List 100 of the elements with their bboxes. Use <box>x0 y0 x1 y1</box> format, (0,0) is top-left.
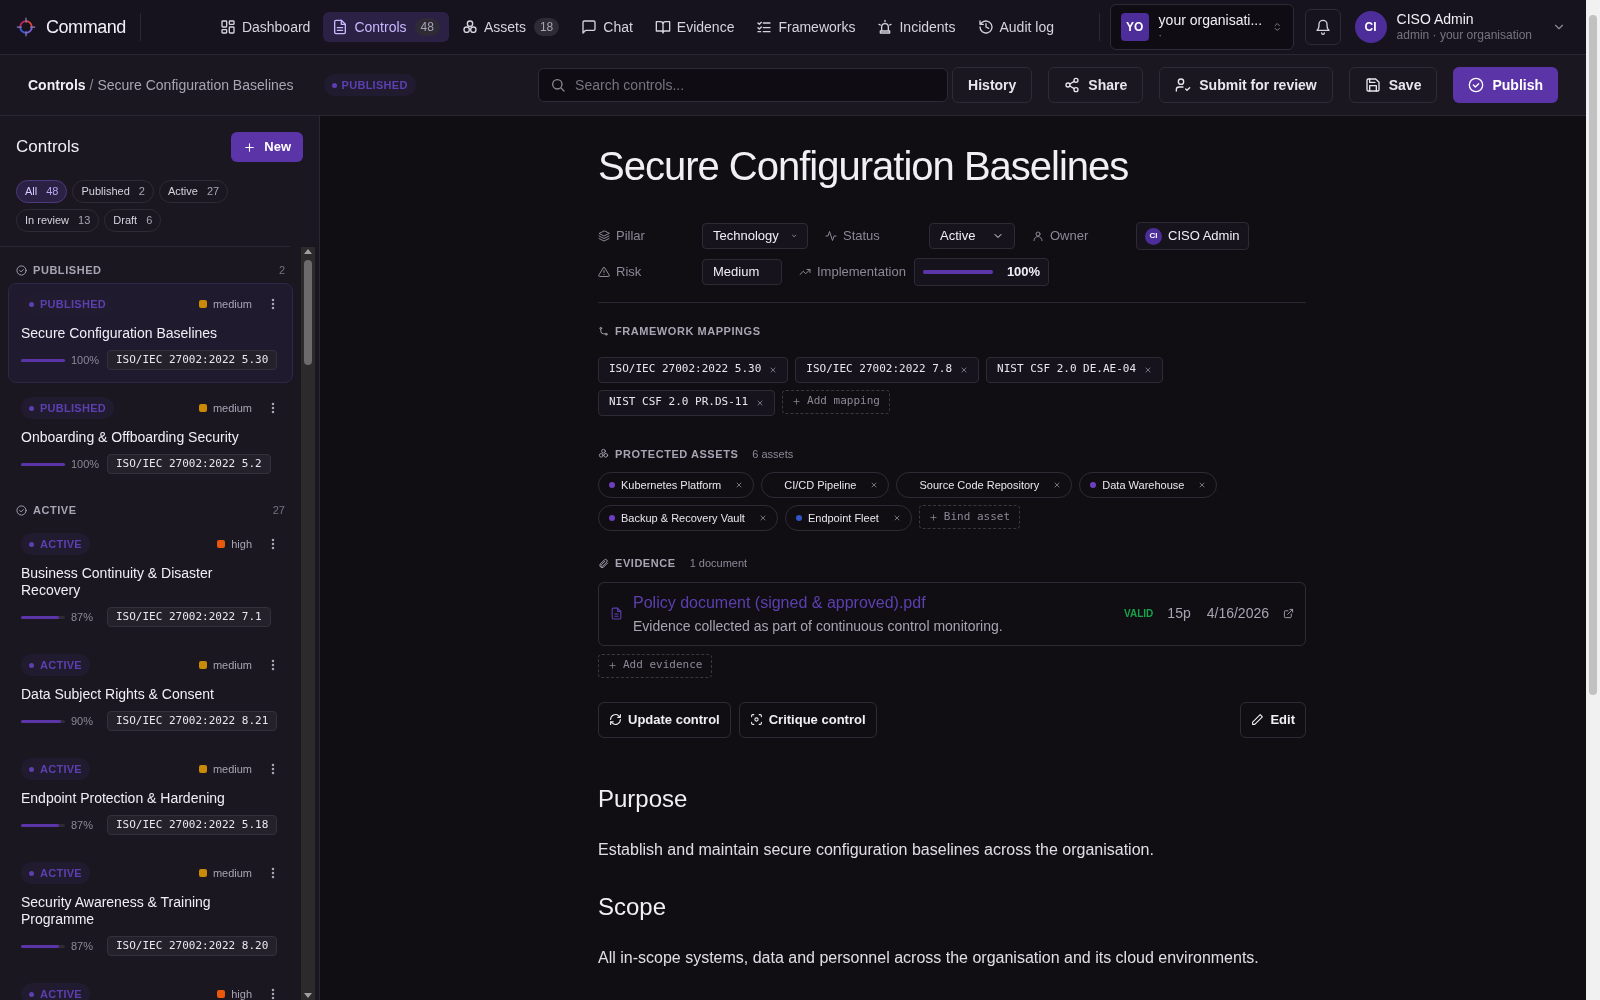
nav-tab[interactable]: Assets 18 <box>452 12 569 42</box>
org-avatar: YO <box>1120 13 1149 41</box>
remove-button[interactable] <box>892 514 901 522</box>
person-icon <box>1032 230 1044 242</box>
action-button[interactable]: Critique control <box>738 701 877 738</box>
percent-label: 100% <box>71 456 101 472</box>
bind-asset-button[interactable]: Bind asset <box>918 505 1021 529</box>
close-icon <box>1053 481 1062 489</box>
filter-chip[interactable]: All 48 <box>16 180 68 203</box>
nav-tab[interactable]: Evidence <box>645 12 744 42</box>
owner-avatar: CI <box>1145 227 1162 245</box>
sidebar-scrollbar[interactable] <box>301 247 315 1000</box>
dropdown[interactable]: Technology <box>702 223 808 249</box>
refresh-icon <box>609 713 622 726</box>
warning-icon <box>598 266 610 278</box>
add-evidence-button[interactable]: Add evidence <box>598 653 713 678</box>
section-text: Establish and maintain secure configuration baselines across the organisation. <box>598 839 1155 860</box>
edit-button[interactable]: Edit <box>1240 701 1306 738</box>
open-button[interactable] <box>1283 608 1294 619</box>
chat-icon <box>581 19 598 35</box>
notifications-button[interactable] <box>1304 9 1341 45</box>
user-menu[interactable]: CI CISO Admin admin · your organisation <box>1354 10 1566 44</box>
framework-tag: ISO/IEC 27002:2022 7.8 <box>795 356 980 383</box>
action-button[interactable]: Submit for review <box>1159 67 1333 103</box>
owner-chip[interactable]: CI CISO Admin <box>1136 222 1249 250</box>
document-icon <box>332 19 349 35</box>
nav-tab[interactable]: Chat <box>572 12 642 42</box>
plus-icon <box>243 140 257 154</box>
remove-button[interactable] <box>1053 481 1062 489</box>
remove-button[interactable] <box>1144 365 1153 374</box>
framework-tag: ISO/IEC 27002:2022 7.1 <box>107 607 271 627</box>
nav-tab[interactable]: Incidents <box>868 12 965 42</box>
risk-level: medium <box>212 865 252 881</box>
nav-tab[interactable]: Frameworks <box>747 12 865 42</box>
logo-icon <box>16 17 36 37</box>
remove-button[interactable] <box>960 365 969 374</box>
control-title: Endpoint Protection & Hardening <box>21 790 226 807</box>
sidebar-title: Controls <box>16 136 80 159</box>
close-icon <box>758 514 767 522</box>
dropdown[interactable]: Medium <box>702 259 782 285</box>
count-badge: 18 <box>533 18 560 36</box>
control-card[interactable]: ACTIVE high Business Continuity & Disaster Recovery 87% ISO/IEC 27002:2022 7.1 <box>8 523 293 640</box>
section-count: 1 document <box>689 556 748 571</box>
close-icon <box>756 398 765 407</box>
org-name: your organisati... <box>1158 12 1263 30</box>
search-field[interactable]: Search controls... <box>538 68 949 102</box>
action-button[interactable]: Share <box>1048 67 1144 103</box>
section-label: FRAMEWORK MAPPINGS <box>615 324 761 339</box>
nav-tab[interactable]: Dashboard <box>210 12 320 42</box>
plus-icon <box>928 512 938 522</box>
percent-label: 87% <box>71 817 95 833</box>
remove-button[interactable] <box>756 398 765 407</box>
page-scrollbar[interactable] <box>1586 0 1600 1000</box>
dropdown[interactable]: Active <box>929 223 1015 249</box>
remove-button[interactable] <box>870 481 879 489</box>
add-mapping-button[interactable]: Add mapping <box>782 389 890 414</box>
action-button[interactable]: Publish <box>1453 67 1558 103</box>
remove-button[interactable] <box>735 481 744 489</box>
action-button[interactable]: History <box>952 67 1033 103</box>
framework-tag: ISO/IEC 27002:2022 8.21 <box>107 711 278 731</box>
organisation-switcher[interactable]: YO your organisati... · <box>1109 4 1294 50</box>
validity-status: VALID <box>1124 607 1154 621</box>
new-button[interactable]: New <box>231 132 303 162</box>
risk-level: medium <box>212 657 252 673</box>
scan-icon <box>749 713 763 726</box>
control-title: Secure Configuration Baselines <box>21 325 219 342</box>
checklist-icon <box>756 19 773 35</box>
control-card[interactable]: ACTIVE high <box>8 973 293 1000</box>
group-count: 27 <box>272 502 285 518</box>
framework-tag: NIST CSF 2.0 PR.DS-11 <box>598 389 776 416</box>
control-card[interactable]: PUBLISHED medium Secure Configuration Baselines 100% ISO/IEC 27002:2022 5.30 <box>8 283 293 383</box>
close-icon <box>870 481 879 489</box>
control-card[interactable]: ACTIVE medium Data Subject Rights & Consent 90% ISO/IEC 27002:2022 8.21 <box>8 644 293 744</box>
status-badge: PUBLISHED <box>323 74 416 96</box>
risk-level: high <box>231 536 252 552</box>
control-card[interactable]: ACTIVE medium Security Awareness & Training Programme 87% ISO/IEC 27002:2022 8.20 <box>8 852 293 969</box>
risk-level: medium <box>212 400 252 416</box>
action-button[interactable]: Update control <box>598 701 731 738</box>
nav-tab[interactable]: Audit log <box>968 12 1063 42</box>
circles-icon <box>598 448 609 460</box>
control-card[interactable]: PUBLISHED medium Onboarding & Offboarding Security 100% ISO/IEC 27002:2022 5.2 <box>8 387 293 487</box>
remove-button[interactable] <box>769 365 778 374</box>
framework-tag: ISO/IEC 27002:2022 8.20 <box>107 936 278 956</box>
control-card[interactable]: ACTIVE medium Endpoint Protection & Hardening 87% ISO/IEC 27002:2022 5.18 <box>8 748 293 848</box>
nav-tab[interactable]: Controls 48 <box>323 12 449 42</box>
close-icon <box>1144 365 1153 374</box>
percent-label: 90% <box>71 713 95 729</box>
file-icon <box>610 607 623 620</box>
breadcrumb-link[interactable]: Controls <box>28 74 86 96</box>
user-name: CISO Admin <box>1396 10 1474 29</box>
user-check-icon <box>1175 77 1192 93</box>
org-subtitle: · <box>1158 29 1162 42</box>
breadcrumb-separator: / <box>89 75 94 95</box>
action-button[interactable]: Save <box>1348 67 1438 103</box>
remove-button[interactable] <box>1198 481 1207 489</box>
status-badge: ACTIVE <box>21 758 90 780</box>
check-circle-icon <box>16 264 27 276</box>
remove-button[interactable] <box>758 514 767 522</box>
count-badge: 48 <box>414 18 440 36</box>
external-link-icon <box>1283 608 1294 619</box>
